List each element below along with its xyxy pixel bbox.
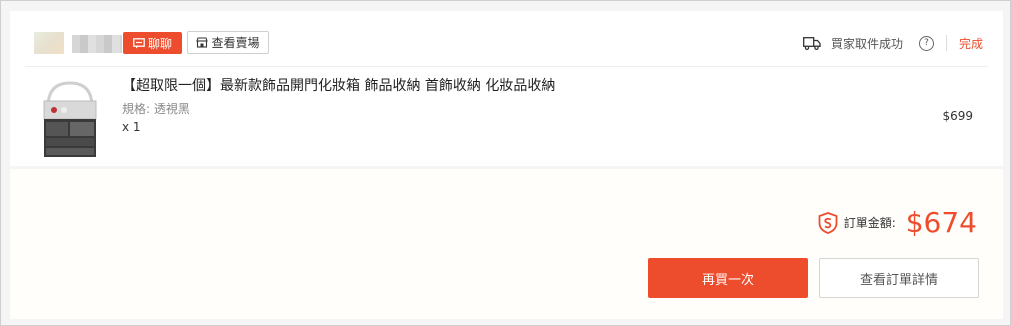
product-title[interactable]: 【超取限一個】最新款飾品開門化妝箱 飾品收納 首飾收納 化妝品收納 — [122, 75, 555, 95]
order-status-badge: 完成 — [958, 36, 983, 51]
status-divider — [945, 35, 947, 51]
view-shop-label: 查看賣場 — [211, 36, 260, 50]
product-image[interactable] — [34, 79, 106, 159]
shipping-status-label: 買家取件成功 — [830, 36, 903, 51]
order-total: 訂單金額: $674 — [818, 206, 977, 239]
product-price: $699 — [942, 109, 973, 123]
help-icon[interactable]: ? — [918, 35, 934, 51]
view-order-details-button[interactable]: 查看訂單詳情 — [819, 258, 979, 298]
buy-again-button[interactable]: 再買一次 — [648, 258, 808, 298]
shield-icon — [818, 211, 838, 234]
view-shop-button[interactable]: 查看賣場 — [187, 31, 269, 54]
truck-icon — [803, 36, 821, 50]
chat-icon — [133, 37, 145, 48]
header-divider — [25, 66, 988, 67]
product-variant: 規格: 透視黑 — [122, 102, 190, 116]
order-card: 聊聊 查看賣場 買家取件成功 ? 完成 【超取限一個】最新款飾品開門化妝箱 飾品… — [10, 11, 1003, 166]
order-status-bar: 買家取件成功 ? 完成 — [803, 34, 983, 52]
order-footer: 訂單金額: $674 再買一次 查看訂單詳情 — [10, 169, 1003, 319]
seller-name-blurred[interactable] — [72, 35, 122, 53]
chat-button[interactable]: 聊聊 — [123, 32, 182, 54]
order-total-amount: $674 — [905, 206, 977, 239]
order-frame: 聊聊 查看賣場 買家取件成功 ? 完成 【超取限一個】最新款飾品開門化妝箱 飾品… — [0, 0, 1011, 326]
order-total-label: 訂單金額: — [843, 216, 896, 230]
chat-button-label: 聊聊 — [147, 36, 172, 51]
product-quantity: x 1 — [122, 120, 141, 134]
seller-avatar[interactable] — [34, 32, 64, 54]
shop-icon — [196, 37, 209, 48]
